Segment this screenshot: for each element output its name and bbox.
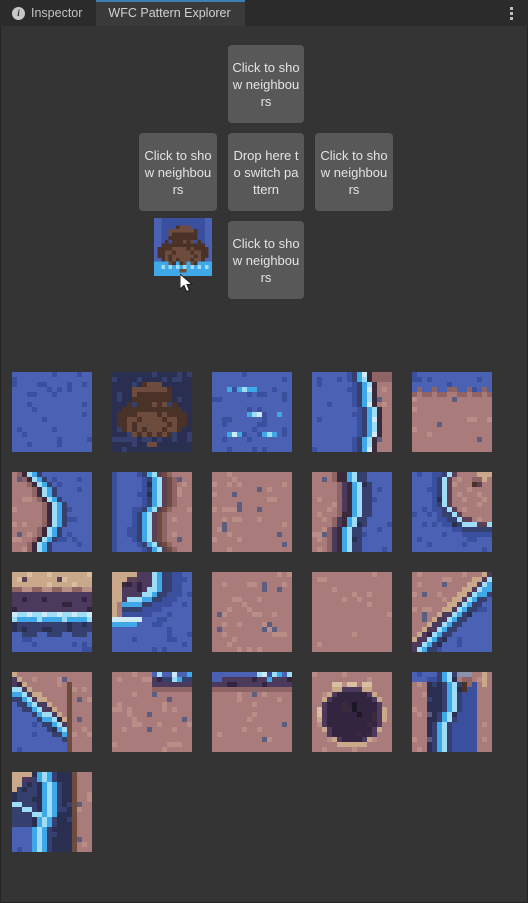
pattern-tile-canvas xyxy=(12,472,92,552)
show-neighbours-right-label: Click to show neighbours xyxy=(320,147,388,197)
pattern-tile-shore-horizontal-top[interactable] xyxy=(412,372,492,452)
pattern-tile-canvas xyxy=(412,672,492,752)
tab-inspector-label: Inspector xyxy=(31,6,83,20)
tab-inspector[interactable]: i Inspector xyxy=(0,0,97,26)
mouse-cursor-icon xyxy=(180,274,194,293)
pattern-tile-canvas xyxy=(12,672,92,752)
pattern-explorer-content: Click to show neighbours Click to show n… xyxy=(0,26,528,903)
kebab-dot xyxy=(509,11,513,15)
show-neighbours-down-label: Click to show neighbours xyxy=(232,235,300,285)
show-neighbours-right-button[interactable]: Click to show neighbours xyxy=(315,133,393,211)
pattern-tile-canvas xyxy=(312,572,392,652)
pattern-tile-shore-diagonal-bottomleft[interactable] xyxy=(12,672,92,752)
pattern-tile-canvas xyxy=(112,672,192,752)
pattern-grid xyxy=(12,372,518,872)
selected-pattern-canvas xyxy=(154,218,212,276)
kebab-dot xyxy=(509,16,513,20)
pattern-tile-solid-sand-speckled[interactable] xyxy=(212,472,292,552)
pattern-grid-row xyxy=(12,472,518,572)
pattern-tile-shore-cove-left[interactable] xyxy=(112,572,192,652)
pattern-tile-canvas xyxy=(312,372,392,452)
tab-wfc-pattern-explorer[interactable]: WFC Pattern Explorer xyxy=(96,0,245,26)
selected-pattern-thumbnail[interactable] xyxy=(154,218,212,276)
show-neighbours-left-label: Click to show neighbours xyxy=(144,147,212,197)
pattern-tile-canvas xyxy=(212,472,292,552)
pattern-tile-canvas xyxy=(312,672,392,752)
pattern-tile-shore-vertical-center[interactable] xyxy=(112,472,192,552)
pattern-tile-sand-with-water-top[interactable] xyxy=(212,672,292,752)
pattern-tile-canvas xyxy=(412,572,492,652)
tab-wfc-pattern-explorer-label: WFC Pattern Explorer xyxy=(108,6,231,20)
drop-target-label: Drop here to switch pattern xyxy=(233,147,299,197)
show-neighbours-left-button[interactable]: Click to show neighbours xyxy=(139,133,217,211)
tab-bar: i Inspector WFC Pattern Explorer xyxy=(0,0,528,26)
pattern-tile-shore-diagonal-corner[interactable] xyxy=(412,572,492,652)
show-neighbours-up-button[interactable]: Click to show neighbours xyxy=(228,45,304,123)
pattern-tile-canvas xyxy=(112,372,192,452)
pattern-grid-row xyxy=(12,772,518,872)
pattern-tile-canvas xyxy=(112,572,192,652)
pattern-tile-canvas xyxy=(312,472,392,552)
pattern-tile-shore-diagonal-left[interactable] xyxy=(312,372,392,452)
pattern-tile-sand-speckled-b[interactable] xyxy=(212,572,292,652)
kebab-dot xyxy=(509,6,513,10)
pattern-tile-cliff-horizontal-band[interactable] xyxy=(12,572,92,652)
pattern-tile-dark-cave-pit[interactable] xyxy=(312,672,392,752)
pattern-tile-river-diagonal-cross[interactable] xyxy=(12,772,92,852)
pattern-tile-canvas xyxy=(212,672,292,752)
pattern-tile-canvas xyxy=(412,472,492,552)
pattern-tile-solid-blue-water[interactable] xyxy=(12,372,92,452)
info-icon: i xyxy=(12,6,25,20)
wfc-pattern-explorer-window: i Inspector WFC Pattern Explorer Click t… xyxy=(0,0,528,903)
pattern-tile-shore-bay-curve[interactable] xyxy=(412,472,492,552)
show-neighbours-up-label: Click to show neighbours xyxy=(232,59,300,109)
pattern-tile-sand-with-water-corner[interactable] xyxy=(112,672,192,752)
pattern-tile-shore-vertical-right[interactable] xyxy=(312,472,392,552)
neighbour-cross-panel: Click to show neighbours Click to show n… xyxy=(1,26,527,346)
drop-here-to-switch-pattern-target[interactable]: Drop here to switch pattern xyxy=(228,133,304,211)
pattern-tile-canvas xyxy=(212,572,292,652)
pattern-tile-shore-curve-right[interactable] xyxy=(12,472,92,552)
pattern-tile-water-with-sparkles[interactable] xyxy=(212,372,292,452)
pattern-tile-canvas xyxy=(12,372,92,452)
pattern-tile-canvas xyxy=(12,572,92,652)
pattern-tile-solid-sand-plain[interactable] xyxy=(312,572,392,652)
kebab-menu-icon[interactable] xyxy=(502,3,520,23)
show-neighbours-down-button[interactable]: Click to show neighbours xyxy=(228,221,304,299)
pattern-tile-canvas xyxy=(12,772,92,852)
pattern-tile-canvas xyxy=(212,372,292,452)
pattern-tile-canvas xyxy=(412,372,492,452)
pattern-grid-row xyxy=(12,572,518,672)
pattern-tile-river-vertical-split[interactable] xyxy=(412,672,492,752)
pattern-grid-row xyxy=(12,672,518,772)
pattern-grid-row xyxy=(12,372,518,472)
pattern-tile-canvas xyxy=(112,472,192,552)
pattern-tile-dark-boulder-cluster[interactable] xyxy=(112,372,192,452)
